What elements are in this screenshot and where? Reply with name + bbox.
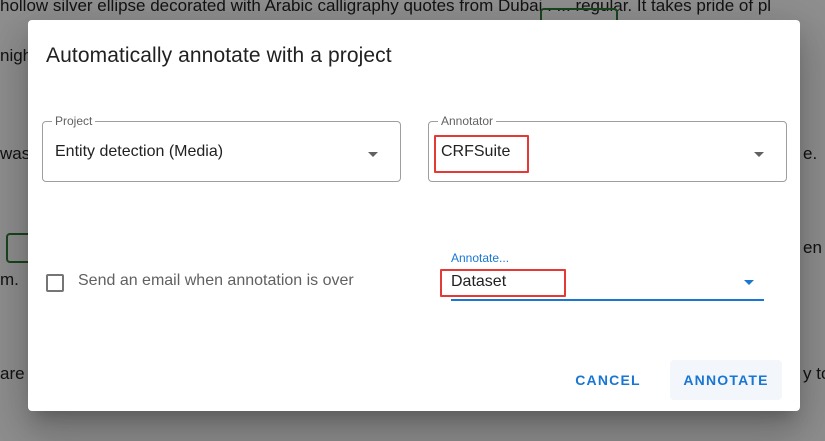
dropdown-arrow-icon [368, 152, 378, 157]
dialog-title: Automatically annotate with a project [46, 44, 392, 67]
annotate-select-underline [451, 299, 764, 301]
annotate-highlight-box [440, 269, 566, 297]
project-select-label: Project [52, 114, 96, 128]
project-select[interactable]: Project Entity detection (Media) [42, 114, 401, 182]
dropdown-arrow-icon[interactable] [744, 280, 754, 285]
project-select-value: Entity detection (Media) [55, 143, 224, 160]
annotate-select-label: Annotate... [451, 251, 510, 265]
cancel-button[interactable]: CANCEL [562, 360, 654, 400]
annotator-select-label: Annotator [438, 114, 497, 128]
email-checkbox[interactable] [46, 274, 64, 292]
email-checkbox-label: Send an email when annotation is over [78, 272, 354, 289]
dropdown-arrow-icon [754, 152, 764, 157]
annotate-button[interactable]: ANNOTATE [670, 360, 782, 400]
auto-annotate-dialog: Automatically annotate with a project Pr… [28, 20, 800, 411]
annotator-highlight-box [434, 135, 529, 173]
